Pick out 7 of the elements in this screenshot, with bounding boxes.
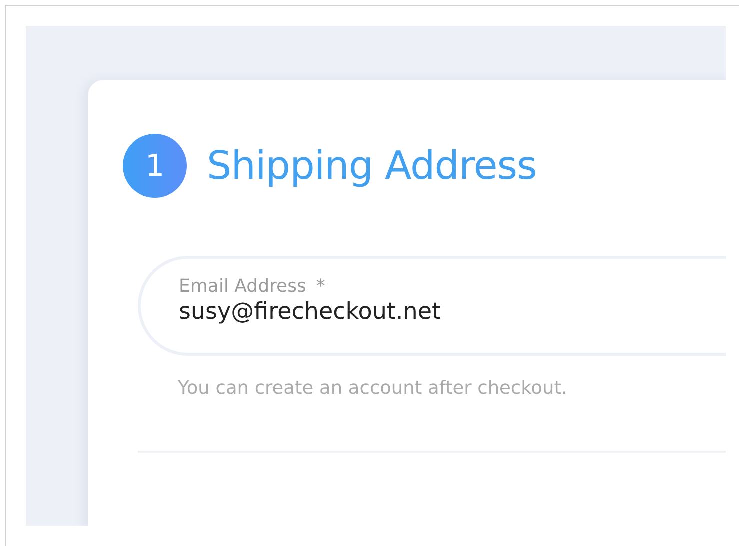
hint-text: You can create an account after checkout. [178, 378, 568, 399]
email-field[interactable]: Email Address * susy@firecheckout.net [138, 256, 726, 356]
field-label: Email Address [179, 276, 306, 297]
field-value: susy@firecheckout.net [179, 299, 442, 325]
step-number: 1 [123, 134, 187, 198]
required-mark: * [316, 276, 326, 297]
section-title: Shipping Address [207, 144, 537, 188]
